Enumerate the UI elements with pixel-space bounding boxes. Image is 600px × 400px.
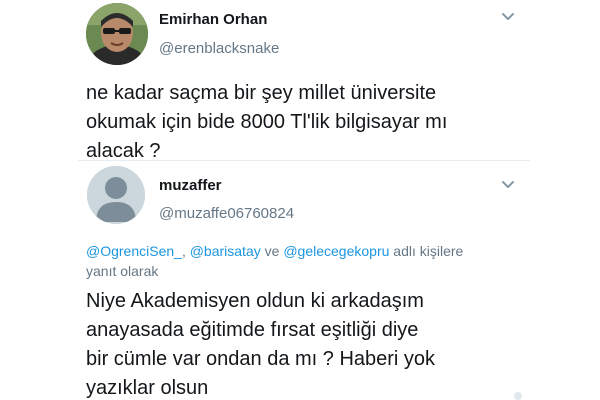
- tweet-thread: Emirhan Orhan @erenblacksnake ne kadar s…: [0, 0, 600, 400]
- scroll-indicator: [514, 392, 522, 400]
- author-handle[interactable]: @muzaffe06760824: [159, 205, 294, 222]
- profile-photo: [86, 3, 148, 65]
- tweet-text: ne kadar saçma bir şey millet üniversite…: [86, 79, 526, 166]
- default-avatar-icon: [87, 166, 145, 224]
- reply-conjunction: ve: [260, 243, 284, 259]
- avatar[interactable]: [86, 3, 148, 65]
- tweet-original: Emirhan Orhan @erenblacksnake ne kadar s…: [0, 0, 600, 170]
- tweet-text-line: ne kadar saçma bir şey millet üniversite: [86, 82, 437, 104]
- mention-link[interactable]: @OgrenciSen_: [86, 243, 182, 259]
- tweet-text: Niye Akademisyen oldun ki arkadaşım anay…: [86, 287, 526, 400]
- mention-link[interactable]: @barisatay: [190, 243, 261, 259]
- tweet-text-line: okumak için bide 8000 Tl'lik bilgisayar …: [86, 111, 448, 133]
- tweet-text-line: alacak ?: [86, 140, 161, 162]
- chevron-down-icon[interactable]: [501, 180, 515, 190]
- avatar[interactable]: [87, 166, 145, 224]
- tweet-text-line: yazıklar olsun: [86, 377, 209, 399]
- reply-suffix: yanıt olarak: [86, 263, 159, 279]
- reply-context: @OgrenciSen_, @barisatay ve @gelecegekop…: [86, 241, 518, 281]
- tweet-text-line: Niye Akademisyen oldun ki arkadaşım: [86, 290, 424, 312]
- chevron-down-icon[interactable]: [501, 12, 515, 22]
- author-name[interactable]: muzaffer: [159, 177, 222, 194]
- author-handle[interactable]: @erenblacksnake: [159, 40, 279, 57]
- divider: [78, 160, 530, 161]
- tweet-text-line: anayasada eğitimde fırsat eşitliği diye: [86, 319, 419, 341]
- author-name[interactable]: Emirhan Orhan: [159, 11, 267, 28]
- mention-link[interactable]: @gelecegekopru: [283, 243, 389, 259]
- tweet-text-line: bir cümle var ondan da mı ? Haberi yok: [86, 348, 436, 370]
- reply-suffix: adlı kişilere: [389, 243, 464, 259]
- reply-separator: ,: [181, 243, 190, 259]
